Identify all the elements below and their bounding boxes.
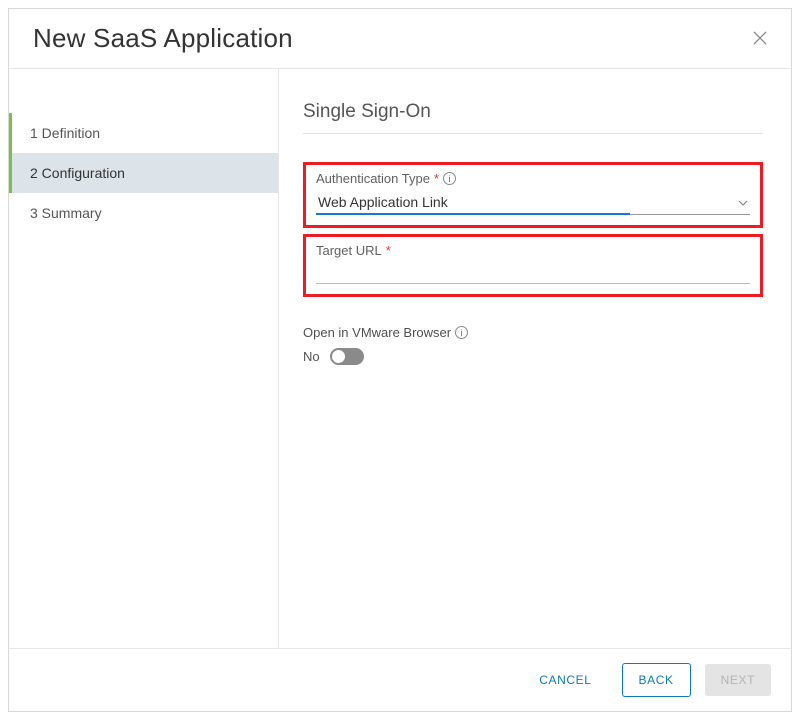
auth-type-label: Authentication Type [316, 171, 430, 186]
config-panel: Single Sign-On Authentication Type * i W… [279, 69, 791, 648]
toggle-knob [332, 350, 345, 363]
cancel-button[interactable]: CANCEL [523, 664, 607, 696]
wizard-step-definition[interactable]: 1 Definition [9, 113, 278, 153]
auth-type-label-row: Authentication Type * i [316, 171, 750, 186]
auth-type-select[interactable]: Web Application Link [316, 190, 750, 215]
dialog-footer: CANCEL BACK NEXT [9, 649, 791, 711]
open-browser-label: Open in VMware Browser [303, 325, 451, 340]
wizard-step-configuration[interactable]: 2 Configuration [9, 153, 278, 193]
close-icon [753, 29, 767, 49]
select-underline [316, 213, 630, 215]
auth-type-field: Authentication Type * i Web Application … [316, 171, 750, 215]
saas-application-dialog: New SaaS Application 1 Definition 2 Conf… [8, 8, 792, 712]
next-button: NEXT [705, 664, 771, 696]
target-url-field: Target URL * [316, 243, 750, 284]
back-button[interactable]: BACK [622, 663, 691, 697]
wizard-step-label: 1 Definition [30, 125, 100, 141]
highlight-target-url: Target URL * [303, 234, 763, 297]
highlight-auth-type: Authentication Type * i Web Application … [303, 162, 763, 228]
chevron-down-icon [738, 195, 748, 209]
open-browser-toggle[interactable] [330, 348, 364, 365]
info-icon[interactable]: i [455, 326, 468, 339]
info-icon[interactable]: i [443, 172, 456, 185]
open-browser-toggle-row: No [303, 348, 763, 365]
wizard-sidebar: 1 Definition 2 Configuration 3 Summary [9, 69, 279, 648]
dialog-title: New SaaS Application [33, 23, 293, 54]
target-url-input[interactable] [316, 262, 750, 284]
dialog-header: New SaaS Application [9, 9, 791, 68]
required-indicator: * [434, 171, 439, 186]
auth-type-value: Web Application Link [318, 194, 448, 210]
wizard-step-label: 3 Summary [30, 205, 102, 221]
open-browser-field: Open in VMware Browser i No [303, 325, 763, 365]
required-indicator: * [386, 243, 391, 258]
dialog-body: 1 Definition 2 Configuration 3 Summary S… [9, 68, 791, 649]
wizard-step-label: 2 Configuration [30, 165, 125, 181]
wizard-step-summary[interactable]: 3 Summary [9, 193, 278, 233]
open-browser-value: No [303, 349, 320, 364]
target-url-label-row: Target URL * [316, 243, 750, 258]
open-browser-label-row: Open in VMware Browser i [303, 325, 763, 340]
section-title: Single Sign-On [303, 101, 763, 134]
target-url-label: Target URL [316, 243, 382, 258]
close-button[interactable] [753, 30, 767, 48]
